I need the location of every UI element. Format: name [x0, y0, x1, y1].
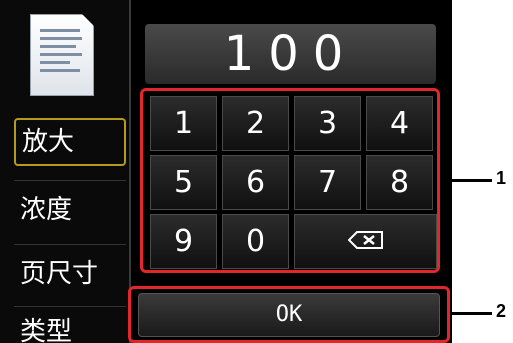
value-display: 100 — [145, 24, 436, 84]
menu-item-magnification[interactable]: 放大 — [14, 118, 126, 166]
callout-number-2: 2 — [496, 301, 507, 321]
callout-number-1: 1 — [496, 168, 507, 188]
menu-item-page-size[interactable]: 页尺寸 — [14, 250, 126, 298]
numeric-keypad: 1 2 3 4 5 6 7 8 9 0 — [140, 88, 440, 273]
key-2[interactable]: 2 — [222, 96, 289, 151]
backspace-icon — [347, 230, 384, 249]
key-0[interactable]: 0 — [222, 214, 289, 269]
key-6[interactable]: 6 — [222, 155, 289, 210]
ok-highlight-frame — [128, 286, 450, 343]
key-7[interactable]: 7 — [294, 155, 361, 210]
document-preview-icon — [30, 14, 94, 96]
key-3[interactable]: 3 — [294, 96, 361, 151]
key-1[interactable]: 1 — [150, 96, 217, 151]
key-9[interactable]: 9 — [150, 214, 217, 269]
key-4[interactable]: 4 — [366, 96, 433, 151]
menu-item-type[interactable]: 类型 — [14, 308, 126, 343]
key-5[interactable]: 5 — [150, 155, 217, 210]
settings-sidebar: 放大 浓度 页尺寸 类型 — [0, 0, 129, 343]
menu-item-density[interactable]: 浓度 — [14, 186, 126, 234]
key-8[interactable]: 8 — [366, 155, 433, 210]
callout-line-1 — [440, 179, 492, 182]
callout-line-2 — [450, 312, 492, 315]
backspace-button[interactable] — [294, 214, 437, 269]
